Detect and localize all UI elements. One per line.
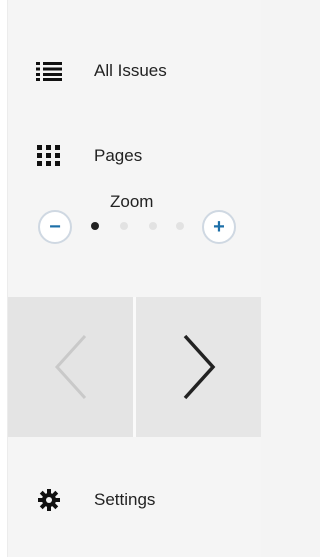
grid-icon bbox=[36, 145, 62, 167]
menu-item-pages[interactable]: Pages bbox=[36, 145, 142, 167]
minus-icon: − bbox=[49, 216, 61, 238]
plus-icon: + bbox=[213, 216, 225, 238]
chevron-left-icon bbox=[54, 334, 86, 400]
previous-page-button[interactable] bbox=[8, 297, 136, 437]
gear-icon bbox=[36, 489, 62, 511]
zoom-out-button[interactable]: − bbox=[38, 210, 72, 244]
next-page-button[interactable] bbox=[136, 297, 261, 437]
menu-item-settings[interactable]: Settings bbox=[36, 489, 155, 511]
zoom-level-indicator bbox=[91, 222, 191, 232]
menu-item-pages-label: Pages bbox=[94, 146, 143, 165]
zoom-in-button[interactable]: + bbox=[202, 210, 236, 244]
menu-item-settings-label: Settings bbox=[94, 490, 156, 509]
menu-item-all-issues-label: All Issues bbox=[94, 61, 167, 80]
chevron-right-icon bbox=[183, 334, 215, 400]
zoom-level-dot[interactable] bbox=[120, 222, 128, 230]
list-icon bbox=[36, 60, 62, 82]
page-navigation bbox=[8, 297, 261, 437]
zoom-level-dot[interactable] bbox=[91, 222, 99, 230]
zoom-label: Zoom bbox=[110, 192, 154, 211]
menu-item-all-issues[interactable]: All Issues bbox=[36, 60, 167, 82]
zoom-control: Zoom − + bbox=[0, 188, 261, 268]
panel-edge bbox=[0, 0, 8, 557]
zoom-level-dot[interactable] bbox=[176, 222, 184, 230]
zoom-level-dot[interactable] bbox=[149, 222, 157, 230]
side-panel: All Issues Pages Zoom − + Settings bbox=[0, 0, 261, 557]
